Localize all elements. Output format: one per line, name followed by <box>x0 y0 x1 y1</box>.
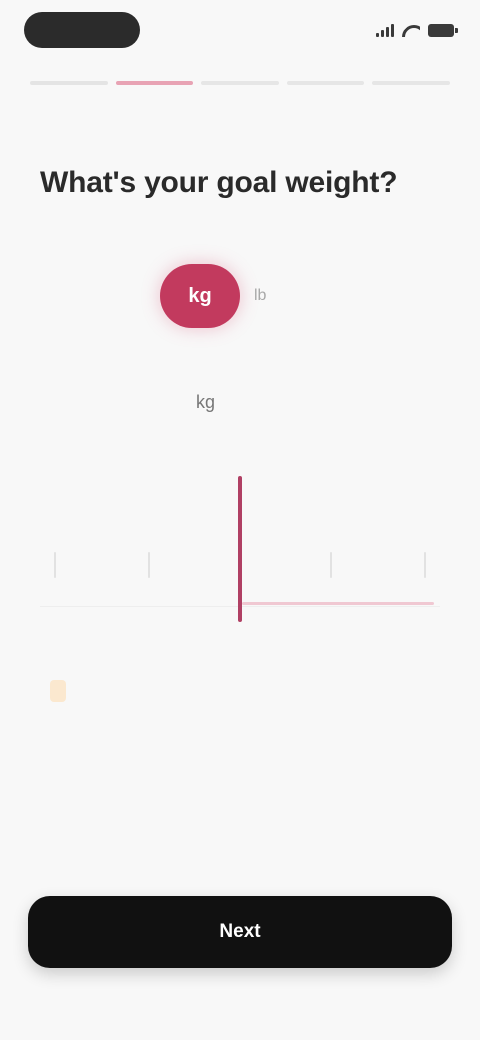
ruler-selection-bar <box>242 602 434 605</box>
tip-badge <box>50 680 66 702</box>
weight-ruler-slider[interactable] <box>40 476 440 626</box>
progress-segment <box>30 81 108 85</box>
unit-option-active[interactable]: kg <box>160 264 240 328</box>
onboarding-progress <box>30 76 450 90</box>
unit-toggle[interactable]: kg lb <box>160 264 266 328</box>
unit-option-inactive[interactable]: lb <box>254 287 266 305</box>
wifi-icon <box>402 23 420 37</box>
weight-readout: kg <box>190 392 215 458</box>
page-title: What's your goal weight? <box>40 166 398 199</box>
progress-segment <box>115 81 194 85</box>
cellular-signal-icon <box>376 23 394 37</box>
next-button-label: Next <box>219 921 261 942</box>
progress-segment <box>201 81 279 85</box>
ruler-tick <box>330 552 332 578</box>
unit-option-inactive-label: lb <box>254 287 267 304</box>
progress-segment <box>286 81 365 85</box>
status-icons <box>376 20 458 40</box>
next-button[interactable]: Next <box>28 896 452 968</box>
ruler-tick <box>148 552 150 578</box>
progress-segment <box>372 81 450 85</box>
battery-icon <box>428 23 458 37</box>
weight-unit: kg <box>196 392 216 412</box>
tip-card <box>50 680 430 721</box>
ruler-tick <box>424 552 426 578</box>
status-bar <box>0 0 480 60</box>
ruler-indicator[interactable] <box>238 476 242 622</box>
ruler-tick <box>54 552 56 578</box>
status-time-pill <box>24 12 140 48</box>
unit-option-active-label: kg <box>188 284 212 307</box>
